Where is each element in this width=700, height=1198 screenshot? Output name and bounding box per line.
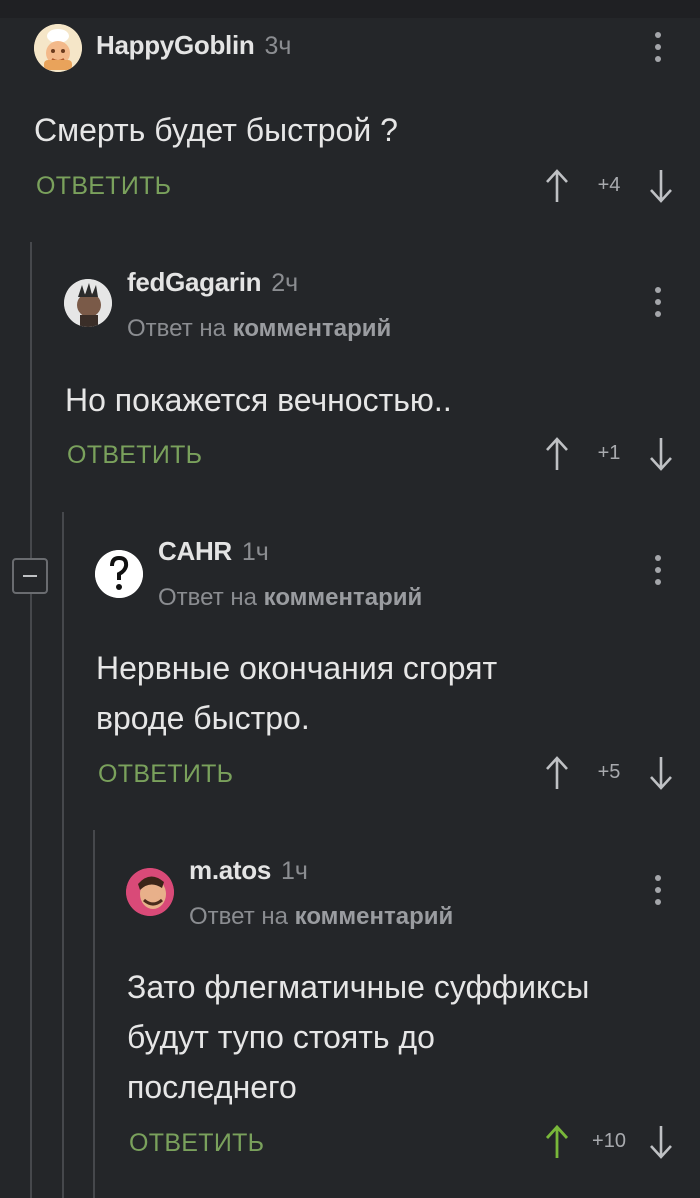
reply-to-comment-link[interactable]: комментарий — [264, 584, 423, 611]
reply-to-label: Ответ на комментарий — [189, 903, 453, 931]
arrow-up-icon[interactable] — [544, 168, 570, 204]
reply-to-label: Ответ на комментарий — [158, 584, 422, 612]
username[interactable]: CAHR — [158, 536, 232, 567]
vote-control: +4 — [544, 168, 674, 204]
vote-score: +4 — [597, 174, 621, 196]
avatar[interactable] — [126, 868, 174, 916]
reply-to-prefix: Ответ на — [189, 903, 288, 930]
arrow-down-icon[interactable] — [648, 755, 674, 791]
vote-score: +10 — [592, 1130, 626, 1152]
comment-header: m.atos 1ч — [189, 855, 308, 886]
comment-text-line: будут тупо стоять до — [127, 1019, 435, 1055]
arrow-down-icon[interactable] — [648, 1124, 674, 1160]
comment-text-line: Зато флегматичные суффиксы — [127, 969, 590, 1005]
username[interactable]: fedGagarin — [127, 267, 262, 298]
reply-to-prefix: Ответ на — [158, 584, 257, 611]
more-vertical-icon[interactable] — [653, 555, 663, 589]
comment-text: Но покажется вечностью.. — [65, 382, 452, 418]
arrow-up-icon[interactable] — [544, 755, 570, 791]
timestamp: 1ч — [241, 538, 269, 566]
more-vertical-icon[interactable] — [653, 32, 663, 66]
more-vertical-icon[interactable] — [653, 875, 663, 909]
arrow-up-icon[interactable] — [544, 436, 570, 472]
comment-header: HappyGoblin 3ч — [96, 30, 291, 61]
arrow-down-icon[interactable] — [648, 168, 674, 204]
reply-to-label: Ответ на комментарий — [127, 315, 391, 343]
reply-button[interactable]: ОТВЕТИТЬ — [129, 1129, 264, 1158]
reply-to-comment-link[interactable]: комментарий — [295, 903, 454, 930]
reply-button[interactable]: ОТВЕТИТЬ — [98, 760, 233, 789]
comment-text-line: последнего — [127, 1069, 297, 1105]
thread-line-level-3 — [93, 830, 95, 1198]
username[interactable]: m.atos — [189, 855, 271, 886]
comment-text: Смерть будет быстрой ? — [34, 112, 398, 148]
comment-text: Нервные окончания сгорят вроде быстро. — [96, 643, 497, 743]
vote-control: +10 — [544, 1124, 674, 1160]
vote-control: +5 — [544, 755, 674, 791]
vote-control: +1 — [544, 436, 674, 472]
reply-button[interactable]: ОТВЕТИТЬ — [67, 441, 202, 470]
comment-text-line: Нервные окончания сгорят — [96, 650, 498, 686]
vote-score: +1 — [597, 442, 621, 464]
thread-line-level-1 — [30, 242, 32, 1198]
more-vertical-icon[interactable] — [653, 287, 663, 321]
comment-header: CAHR 1ч — [158, 536, 269, 567]
avatar[interactable] — [95, 550, 143, 598]
arrow-down-icon[interactable] — [648, 436, 674, 472]
vote-score: +5 — [597, 761, 621, 783]
top-bar — [0, 0, 700, 18]
avatar[interactable] — [34, 24, 82, 72]
reply-to-prefix: Ответ на — [127, 315, 226, 342]
comment-text: Зато флегматичные суффиксы будут тупо ст… — [127, 962, 589, 1112]
comment-text-line: вроде быстро. — [96, 700, 310, 736]
comment-header: fedGagarin 2ч — [127, 267, 298, 298]
timestamp: 2ч — [271, 269, 299, 297]
collapse-thread-button[interactable] — [12, 558, 48, 594]
thread-line-level-2 — [62, 512, 64, 1198]
username[interactable]: HappyGoblin — [96, 30, 255, 61]
timestamp: 3ч — [264, 32, 292, 60]
arrow-up-icon[interactable] — [544, 1124, 570, 1160]
avatar[interactable] — [64, 279, 112, 327]
reply-to-comment-link[interactable]: комментарий — [233, 315, 392, 342]
reply-button[interactable]: ОТВЕТИТЬ — [36, 172, 171, 201]
timestamp: 1ч — [281, 857, 308, 885]
